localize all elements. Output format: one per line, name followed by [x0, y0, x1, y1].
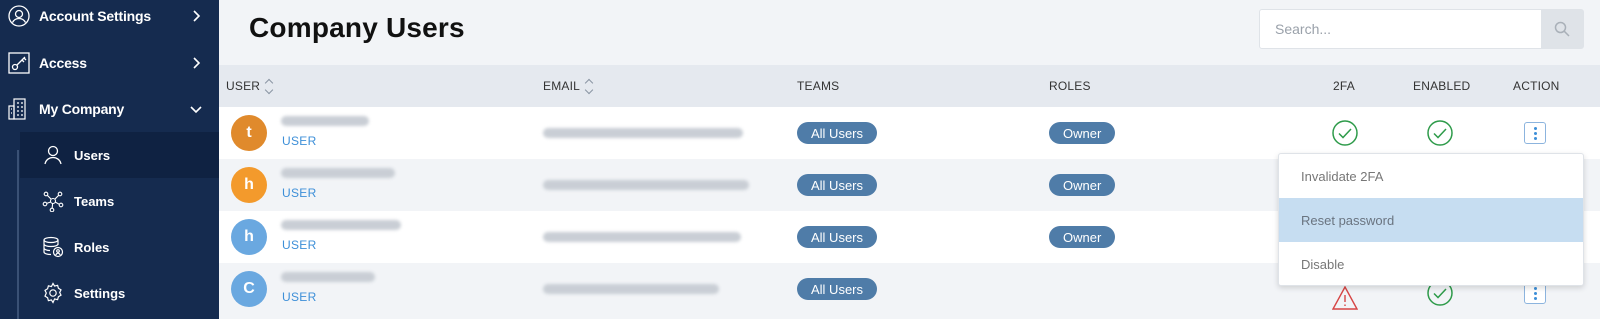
sidebar-item-label: My Company [39, 101, 125, 117]
check-circle-icon [1427, 120, 1453, 146]
sidebar-item-access[interactable]: Access [0, 40, 219, 86]
submenu-rail [17, 150, 19, 319]
gear-icon [42, 282, 64, 304]
column-header-teams: TEAMS [797, 65, 839, 107]
sidebar-item-label: Access [39, 55, 87, 71]
redacted-email [543, 128, 743, 138]
search-box [1259, 9, 1584, 49]
action-menu: Invalidate 2FA Reset password Disable [1278, 153, 1584, 286]
warning-icon [1332, 285, 1358, 310]
chevron-right-icon [193, 57, 201, 69]
table-header: USER EMAIL TEAMS ROLES 2FA ENABLED ACTIO… [219, 65, 1600, 107]
chevron-down-icon [190, 106, 202, 114]
user-role-label: USER [282, 238, 317, 252]
main-content: Company Users USER EMAIL TEAMS ROLES 2FA… [219, 0, 1600, 319]
redacted-email [543, 284, 719, 294]
column-header-label: USER [226, 79, 261, 93]
sidebar-item-label: Users [74, 147, 111, 163]
sidebar-item-users[interactable]: Users [20, 132, 219, 178]
redacted-username [281, 272, 375, 282]
column-header-label: TEAMS [797, 79, 840, 93]
column-header-action: ACTION [1513, 65, 1560, 107]
sidebar-item-my-company[interactable]: My Company [0, 86, 219, 132]
sort-icon [264, 78, 274, 94]
redacted-username [281, 168, 395, 178]
user-role-label: USER [282, 290, 317, 304]
sidebar-item-label: Account Settings [39, 8, 151, 24]
user-role-label: USER [282, 134, 317, 148]
redacted-username [281, 116, 369, 126]
role-badge[interactable]: Owner [1049, 174, 1116, 196]
column-header-label: 2FA [1333, 79, 1355, 93]
redacted-email [543, 180, 749, 190]
avatar: h [231, 167, 267, 203]
column-header-label: ROLES [1049, 79, 1091, 93]
avatar: h [231, 219, 267, 255]
sidebar-item-account-settings[interactable]: Account Settings [0, 0, 219, 39]
menu-item-invalidate-2fa[interactable]: Invalidate 2FA [1279, 154, 1583, 198]
search-input[interactable] [1260, 10, 1544, 48]
app-window: Account Settings Access My Company Users [0, 0, 1600, 319]
sidebar-item-label: Settings [74, 285, 126, 301]
column-header-2fa: 2FA [1333, 65, 1355, 107]
sidebar-item-roles[interactable]: Roles [20, 224, 219, 270]
building-icon [8, 98, 30, 120]
team-badge[interactable]: All Users [797, 174, 878, 196]
sidebar: Account Settings Access My Company Users [0, 0, 219, 319]
search-button[interactable] [1541, 10, 1583, 48]
sidebar-item-label: Teams [74, 193, 115, 209]
network-icon [42, 190, 64, 212]
sort-icon [584, 78, 594, 94]
sidebar-item-label: Roles [74, 239, 110, 255]
redacted-username [281, 220, 401, 230]
key-icon [8, 52, 30, 74]
row-action-button[interactable] [1524, 122, 1546, 144]
page-title: Company Users [249, 12, 465, 43]
column-header-enabled: ENABLED [1413, 65, 1470, 107]
avatar: C [231, 271, 267, 307]
menu-item-disable[interactable]: Disable [1279, 242, 1583, 286]
user-circle-icon [8, 5, 30, 27]
search-icon [1554, 21, 1570, 37]
check-circle-icon [1332, 120, 1358, 146]
sidebar-item-settings[interactable]: Settings [20, 270, 219, 316]
user-icon [42, 144, 64, 166]
table-row[interactable]: t USER All Users Owner [219, 107, 1600, 159]
column-header-user[interactable]: USER [226, 65, 274, 107]
column-header-label: ENABLED [1413, 79, 1471, 93]
database-icon [42, 236, 64, 258]
sidebar-item-teams[interactable]: Teams [20, 178, 219, 224]
team-badge[interactable]: All Users [797, 226, 878, 248]
column-header-email[interactable]: EMAIL [543, 65, 594, 107]
menu-item-reset-password[interactable]: Reset password [1279, 198, 1583, 242]
column-header-label: EMAIL [543, 79, 581, 93]
role-badge[interactable]: Owner [1049, 226, 1116, 248]
team-badge[interactable]: All Users [797, 278, 878, 300]
column-header-label: ACTION [1513, 79, 1560, 93]
column-header-roles: ROLES [1049, 65, 1091, 107]
role-badge[interactable]: Owner [1049, 122, 1116, 144]
avatar: t [231, 115, 267, 151]
redacted-email [543, 232, 741, 242]
chevron-right-icon [193, 10, 201, 22]
team-badge[interactable]: All Users [797, 122, 878, 144]
user-role-label: USER [282, 186, 317, 200]
